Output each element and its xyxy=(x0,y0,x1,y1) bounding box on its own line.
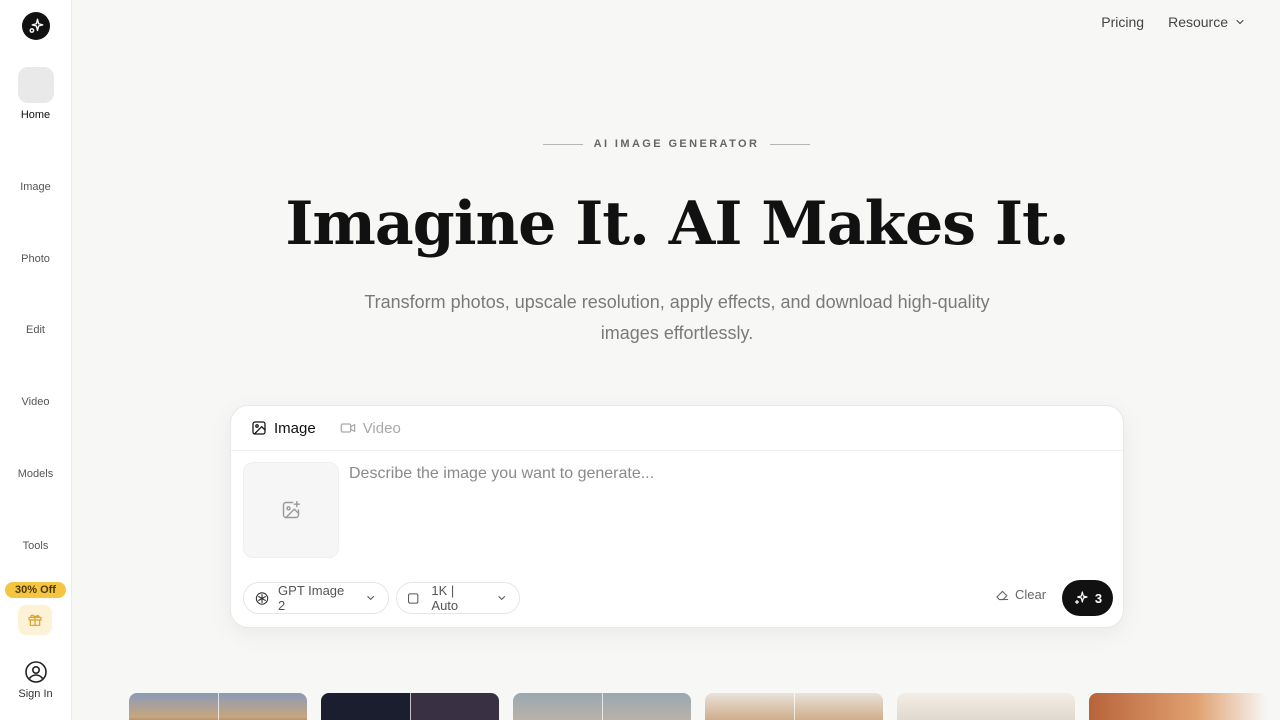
mode-tabs: Image Video xyxy=(231,406,1123,451)
credit-count: 3 xyxy=(1094,590,1103,606)
sidebar-item-home[interactable]: Home xyxy=(0,62,71,122)
sidebar-item-label: Tools xyxy=(22,540,49,552)
gallery-image[interactable] xyxy=(897,693,1075,720)
gallery-image[interactable] xyxy=(321,693,499,720)
image-icon xyxy=(18,139,54,175)
eyebrow-text: AI IMAGE GENERATOR xyxy=(593,138,760,150)
tab-label: Video xyxy=(362,419,401,437)
aspect-ratio-icon xyxy=(408,592,419,604)
divider xyxy=(543,143,583,145)
sidebar-item-label: Models xyxy=(17,468,54,480)
sidebar: Home Image Photo Edit Video Models Tools… xyxy=(0,0,72,720)
sidebar-item-image[interactable]: Image xyxy=(0,134,71,194)
generate-button[interactable]: 3 xyxy=(1062,580,1113,616)
gallery-image[interactable] xyxy=(705,693,883,720)
video-icon xyxy=(340,423,356,433)
sign-in-button[interactable]: Sign In xyxy=(0,660,71,700)
sidebar-item-tools[interactable]: Tools xyxy=(0,493,71,553)
photo-icon xyxy=(18,211,54,247)
chevron-down-icon xyxy=(366,596,374,601)
image-icon xyxy=(252,421,266,435)
image-upload-button[interactable] xyxy=(243,462,339,558)
tools-icon xyxy=(18,498,54,534)
tab-video[interactable]: Video xyxy=(340,420,401,437)
pricing-label: Pricing xyxy=(1101,14,1145,30)
openai-icon xyxy=(255,591,269,605)
page-title: Imagine It. AI Makes It. xyxy=(285,189,1069,259)
eraser-icon xyxy=(996,590,1009,601)
eyebrow: AI IMAGE GENERATOR xyxy=(543,137,810,151)
resolution-select[interactable]: 1K | Auto xyxy=(396,582,520,614)
sparkle-icon xyxy=(1074,591,1088,604)
resource-menu[interactable]: Resource xyxy=(1168,14,1246,30)
logo-sparkle-icon[interactable] xyxy=(22,12,50,40)
resource-label: Resource xyxy=(1168,14,1228,30)
home-icon xyxy=(17,67,54,103)
sidebar-item-label: Photo xyxy=(21,253,50,265)
clear-button[interactable]: Clear xyxy=(995,587,1046,602)
sidebar-item-models[interactable]: Models xyxy=(0,421,71,481)
gallery-image[interactable] xyxy=(513,693,691,720)
top-nav: Pricing Resource xyxy=(1101,14,1246,30)
gallery-image[interactable] xyxy=(1089,693,1267,720)
add-image-icon xyxy=(282,500,301,519)
video-icon xyxy=(18,354,54,390)
resolution-label: 1K | Auto xyxy=(431,583,459,613)
sidebar-item-label: Home xyxy=(20,109,51,121)
sign-in-label: Sign In xyxy=(18,688,53,700)
chevron-down-icon xyxy=(497,596,505,601)
generator-card: Image Video GPT Image 2 1K | Auto xyxy=(230,405,1124,628)
sidebar-item-label: Image xyxy=(20,181,51,193)
prompt-input[interactable] xyxy=(349,462,1109,562)
sidebar-item-label: Video xyxy=(21,396,50,408)
chevron-down-icon xyxy=(1236,19,1244,25)
user-icon xyxy=(24,661,47,683)
gallery-image[interactable] xyxy=(129,693,307,720)
pricing-link[interactable]: Pricing xyxy=(1101,14,1144,30)
gift-icon xyxy=(28,614,42,626)
gift-button[interactable] xyxy=(18,605,52,635)
sidebar-item-video[interactable]: Video xyxy=(0,349,71,409)
models-icon xyxy=(18,426,54,462)
sidebar-item-label: Edit xyxy=(26,324,45,336)
tab-image[interactable]: Image xyxy=(251,420,316,437)
clear-label: Clear xyxy=(1015,587,1047,602)
edit-icon xyxy=(18,282,54,318)
sidebar-item-edit[interactable]: Edit xyxy=(0,277,71,337)
model-label: GPT Image 2 xyxy=(278,583,345,613)
tab-label: Image xyxy=(274,419,316,437)
promo-badge[interactable]: 30% Off xyxy=(5,582,66,598)
model-select[interactable]: GPT Image 2 xyxy=(243,582,389,614)
example-gallery xyxy=(129,693,1280,720)
sidebar-item-photo[interactable]: Photo xyxy=(0,206,71,266)
divider xyxy=(769,143,810,145)
page-subtitle: Transform photos, upscale resolution, ap… xyxy=(364,292,990,343)
